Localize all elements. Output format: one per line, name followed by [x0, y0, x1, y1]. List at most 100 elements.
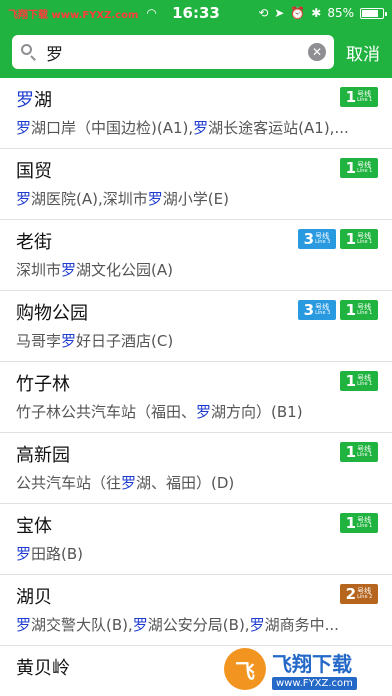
exit-text-part: 湖公安分局(B),: [147, 616, 250, 634]
results-list: 罗湖 1 号线 Line 1 罗湖口岸（中国边检)(A1),罗湖长途客运站(A1),..…: [0, 78, 392, 696]
line-label-en: Line 1: [357, 97, 373, 103]
line-badges: 3 号线 Line 3 1 号线 Line 1: [298, 300, 378, 320]
result-item[interactable]: 高新园 1 号线 Line 1 公共汽车站（往罗湖、福田）(D): [0, 433, 392, 504]
exit-text-part: 罗: [147, 190, 163, 208]
line-badge: 1 号线 Line 1: [340, 513, 378, 533]
line-number: 2: [345, 584, 357, 603]
line-badges: 2 号线 Line 2: [340, 584, 378, 604]
station-exits: 公共汽车站（往罗湖、福田）(D): [16, 472, 378, 493]
result-item[interactable]: 购物公园 3 号线 Line 3 1 号线 Line 1 马哥孛罗好日子酒店(C): [0, 291, 392, 362]
exit-text-part: 湖、福田）(D): [136, 474, 235, 492]
watermark-title: 飞翔下载: [272, 652, 352, 676]
battery-percent: 85%: [327, 6, 354, 20]
result-item[interactable]: 老街 3 号线 Line 3 1 号线 Line 1 深圳市罗湖文化公园(A): [0, 220, 392, 291]
battery-icon: [360, 7, 387, 19]
line-number: 1: [345, 229, 357, 248]
line-number: 1: [345, 300, 357, 319]
station-name: 国贸: [16, 157, 52, 183]
line-badge: 1 号线 Line 1: [340, 158, 378, 178]
line-label-en: Line 2: [357, 594, 373, 600]
exit-text-part: 湖口岸（中国边检)(A1),: [31, 119, 194, 137]
station-name: 竹子林: [16, 370, 70, 396]
result-item[interactable]: 宝体 1 号线 Line 1 罗田路(B): [0, 504, 392, 575]
exit-text-part: 罗: [16, 616, 32, 634]
line-label-en: Line 3: [315, 310, 331, 316]
line-badges: 1 号线 Line 1: [340, 371, 378, 391]
exit-text-part: 马哥孛: [16, 332, 62, 350]
line-badges: 3 号线 Line 3 1 号线 Line 1: [298, 229, 378, 249]
orientation-lock-icon: ⟲: [258, 6, 269, 20]
line-label-en: Line 1: [357, 523, 373, 529]
result-item[interactable]: 竹子林 1 号线 Line 1 竹子林公共汽车站（福田、罗湖方向）(B1): [0, 362, 392, 433]
line-number: 3: [303, 229, 315, 248]
line-number: 1: [345, 158, 357, 177]
line-badges: 1 号线 Line 1: [340, 442, 378, 462]
exit-text-part: 罗: [121, 474, 137, 492]
exit-text-part: 罗: [16, 190, 32, 208]
search-box[interactable]: ✕: [12, 35, 334, 69]
status-bar: 飞翔下载 www.FYXZ.com ◠ 16:33 ⟲ ➤ ⏰ ✱ 85%: [0, 0, 392, 26]
station-name-part: 购物公园: [16, 303, 88, 324]
line-badge: 1 号线 Line 1: [340, 300, 378, 320]
exit-text-part: 湖交警大队(B),: [31, 616, 133, 634]
exit-text-part: 好日子酒店(C): [76, 332, 174, 350]
exit-text-part: 罗: [132, 616, 148, 634]
station-name-part: 罗: [16, 90, 34, 111]
station-name-part: 老街: [16, 232, 52, 253]
station-exits: 竹子林公共汽车站（福田、罗湖方向）(B1): [16, 401, 378, 422]
station-name-part: 宝体: [16, 516, 52, 537]
exit-text-part: 湖方向）(B1): [211, 403, 303, 421]
line-number: 1: [345, 513, 357, 532]
line-badge: 1 号线 Line 1: [340, 229, 378, 249]
station-name-part: 湖贝: [16, 587, 52, 608]
station-name: 高新园: [16, 441, 70, 467]
exit-text-part: 湖小学(E): [162, 190, 229, 208]
line-label-en: Line 1: [357, 239, 373, 245]
line-label-en: Line 1: [357, 310, 373, 316]
watermark-logo-icon: 飞: [224, 648, 266, 690]
station-name: 罗湖: [16, 86, 52, 112]
station-name: 宝体: [16, 512, 52, 538]
line-badge: 1 号线 Line 1: [340, 87, 378, 107]
line-badges: 1 号线 Line 1: [340, 87, 378, 107]
station-name-part: 湖: [34, 90, 52, 111]
exit-text-part: 田路(B): [31, 545, 84, 563]
watermark-text: 飞翔下载 www.FYXZ.com: [8, 9, 139, 21]
line-badges: 1 号线 Line 1: [340, 513, 378, 533]
clear-icon[interactable]: ✕: [308, 43, 326, 61]
line-number: 1: [345, 442, 357, 461]
exit-text-part: 深圳市: [16, 261, 62, 279]
station-name-part: 竹子林: [16, 374, 70, 395]
line-badge: 1 号线 Line 1: [340, 442, 378, 462]
result-item[interactable]: 国贸 1 号线 Line 1 罗湖医院(A),深圳市罗湖小学(E): [0, 149, 392, 220]
station-exits: 罗湖交警大队(B),罗湖公安分局(B),罗湖商务中...: [16, 614, 378, 635]
result-item[interactable]: 罗湖 1 号线 Line 1 罗湖口岸（中国边检)(A1),罗湖长途客运站(A1),..…: [0, 78, 392, 149]
search-icon: [20, 43, 38, 61]
station-exits: 马哥孛罗好日子酒店(C): [16, 330, 378, 351]
station-exits: 罗田路(B): [16, 543, 378, 564]
exit-text-part: 公共汽车站（往: [16, 474, 122, 492]
result-item[interactable]: 湖贝 2 号线 Line 2 罗湖交警大队(B),罗湖公安分局(B),罗湖商务中...: [0, 575, 392, 646]
exit-text-part: 湖医院(A),深圳市: [31, 190, 148, 208]
exit-text-part: 湖长途客运站(A1),...: [208, 119, 349, 137]
exit-text-part: 湖商务中...: [264, 616, 339, 634]
watermark-logo: 飞 飞翔下载 www.FYXZ.com: [224, 646, 384, 692]
line-number: 1: [345, 371, 357, 390]
station-name: 湖贝: [16, 583, 52, 609]
line-badge: 3 号线 Line 3: [298, 229, 336, 249]
search-input[interactable]: [46, 42, 300, 62]
exit-text-part: 湖文化公园(A): [76, 261, 173, 279]
exit-text-part: 罗: [16, 545, 32, 563]
bluetooth-icon: ✱: [311, 6, 322, 20]
wifi-icon: ◠: [146, 6, 157, 20]
search-bar: ✕ 取消: [0, 26, 392, 78]
station-exits: 深圳市罗湖文化公园(A): [16, 259, 378, 280]
exit-text-part: 竹子林公共汽车站（福田、: [16, 403, 197, 421]
line-badges: 1 号线 Line 1: [340, 158, 378, 178]
exit-text-part: 罗: [16, 119, 32, 137]
alarm-icon: ⏰: [290, 6, 306, 20]
cancel-button[interactable]: 取消: [346, 40, 380, 65]
station-name-part: 高新园: [16, 445, 70, 466]
station-name: 黄贝岭: [16, 654, 70, 680]
line-label-en: Line 3: [315, 239, 331, 245]
